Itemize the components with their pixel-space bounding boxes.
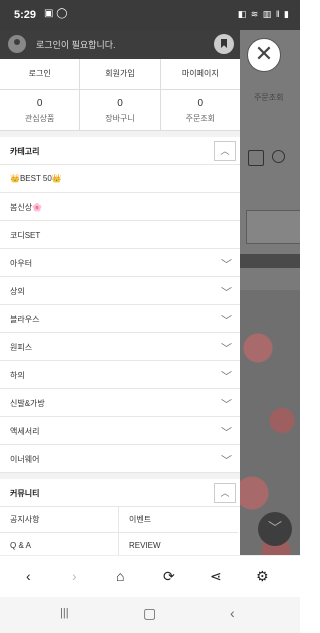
review-link[interactable]: REVIEW [119, 533, 238, 555]
category-label: 액세서리 [10, 427, 40, 436]
wishlist-count[interactable]: 0 관심상품 [0, 90, 81, 130]
category-label: 봄신상🌸 [10, 203, 43, 212]
home-icon[interactable]: ⌂ [116, 568, 124, 584]
chevron-down-icon[interactable]: ﹀ [221, 284, 232, 300]
join-link[interactable]: 회원가입 [80, 59, 161, 89]
category-item-blouse[interactable]: 블라우스 ﹀ [0, 305, 240, 333]
chevron-down-icon[interactable]: ﹀ [221, 424, 232, 440]
system-nav-bar: ||| ▢ ‹ [0, 597, 300, 633]
account-links: 로그인 회원가입 마이페이지 [0, 59, 240, 90]
qna-link[interactable]: Q & A [0, 533, 119, 555]
back-icon[interactable]: ‹ [26, 568, 31, 584]
background-order-text: 주문조회 [254, 93, 284, 102]
category-item-shoes-bags[interactable]: 신발&가방 ﹀ [0, 389, 240, 417]
back-nav-icon[interactable]: ‹ [230, 605, 235, 621]
close-icon: ✕ [254, 41, 274, 66]
category-item-accessory[interactable]: 액세서리 ﹀ [0, 417, 240, 445]
side-drawer: 로그인이 필요합니다. 로그인 회원가입 마이페이지 0 관심상품 0 장바구니… [0, 30, 240, 555]
chevron-up-icon[interactable]: ︿ [214, 141, 236, 161]
notification-icons: ▣ ◯ [44, 8, 68, 19]
chevron-down-icon[interactable]: ﹀ [221, 256, 232, 272]
login-required-text: 로그인이 필요합니다. [36, 40, 116, 50]
category-label: 코디SET [10, 231, 41, 240]
count-value: 0 [197, 98, 204, 109]
count-label: 주문조회 [185, 114, 216, 123]
category-label: 👑BEST 50👑 [10, 174, 62, 183]
category-item-best[interactable]: 👑BEST 50👑 [0, 165, 240, 193]
category-label: 신발&가방 [10, 399, 45, 408]
category-label: 상의 [10, 287, 25, 296]
category-item-new[interactable]: 봄신상🌸 [0, 193, 240, 221]
share-icon[interactable]: ⋖ [210, 568, 222, 585]
category-item-outer[interactable]: 아우터 ﹀ [0, 249, 240, 277]
category-item-innerwear[interactable]: 이너웨어 ﹀ [0, 445, 240, 473]
bookmark-icon[interactable] [214, 34, 234, 54]
category-item-top[interactable]: 상의 ﹀ [0, 277, 240, 305]
count-summary: 0 관심상품 0 장바구니 0 주문조회 [0, 90, 240, 131]
forward-icon[interactable]: › [72, 568, 77, 584]
chevron-down-icon[interactable]: ﹀ [221, 312, 232, 328]
background-page: 주문조회 ﹀ [240, 30, 300, 555]
category-item-bottom[interactable]: 하의 ﹀ [0, 361, 240, 389]
login-link[interactable]: 로그인 [0, 59, 81, 89]
home-nav-icon[interactable]: ▢ [143, 605, 156, 622]
community-grid: 공지사항 이벤트 Q & A REVIEW [0, 507, 240, 555]
recent-apps-icon[interactable]: ||| [60, 607, 69, 619]
chevron-up-icon[interactable]: ︿ [214, 483, 236, 503]
order-count[interactable]: 0 주문조회 [161, 90, 240, 130]
cart-count[interactable]: 0 장바구니 [80, 90, 161, 130]
community-header[interactable]: 커뮤니티 ︿ [0, 479, 240, 507]
status-time: 5:29 [14, 9, 37, 21]
system-icons: ◧ ≋ ▥ ‖ ▮ [237, 9, 290, 19]
category-title: 카테고리 [10, 147, 40, 156]
background-divider [240, 254, 300, 268]
community-title: 커뮤니티 [10, 489, 40, 498]
category-item-dress[interactable]: 원피스 ﹀ [0, 333, 240, 361]
count-value: 0 [117, 98, 123, 109]
category-header[interactable]: 카테고리 ︿ [0, 137, 240, 165]
background-select [246, 210, 300, 244]
chevron-down-icon[interactable]: ﹀ [221, 340, 232, 356]
category-label: 이너웨어 [10, 455, 40, 464]
refresh-icon[interactable]: ⟳ [163, 568, 175, 585]
close-drawer-button[interactable]: ✕ [247, 38, 281, 72]
chevron-down-icon[interactable]: ﹀ [221, 368, 232, 384]
search-icon [272, 150, 285, 163]
cart-icon [248, 150, 264, 166]
browser-toolbar: ‹ › ⌂ ⟳ ⋖ ⚙ [0, 555, 300, 598]
login-bar: 로그인이 필요합니다. [0, 30, 240, 59]
category-label: 블라우스 [10, 315, 40, 324]
status-bar: 5:29 ▣ ◯ ◧ ≋ ▥ ‖ ▮ [0, 0, 300, 30]
count-label: 관심상품 [24, 114, 55, 123]
avatar [8, 35, 26, 53]
chevron-down-icon[interactable]: ﹀ [221, 452, 232, 468]
chevron-down-icon: ﹀ [258, 512, 292, 546]
event-link[interactable]: 이벤트 [119, 507, 238, 533]
mypage-link[interactable]: 마이페이지 [161, 59, 240, 89]
notice-link[interactable]: 공지사항 [0, 507, 119, 533]
count-label: 장바구니 [105, 114, 135, 123]
category-label: 아우터 [10, 259, 33, 268]
count-value: 0 [36, 98, 43, 109]
category-label: 하의 [10, 371, 25, 380]
category-item-set[interactable]: 코디SET [0, 221, 240, 249]
chevron-down-icon[interactable]: ﹀ [221, 396, 232, 412]
settings-icon[interactable]: ⚙ [256, 568, 269, 585]
category-label: 원피스 [10, 343, 33, 352]
